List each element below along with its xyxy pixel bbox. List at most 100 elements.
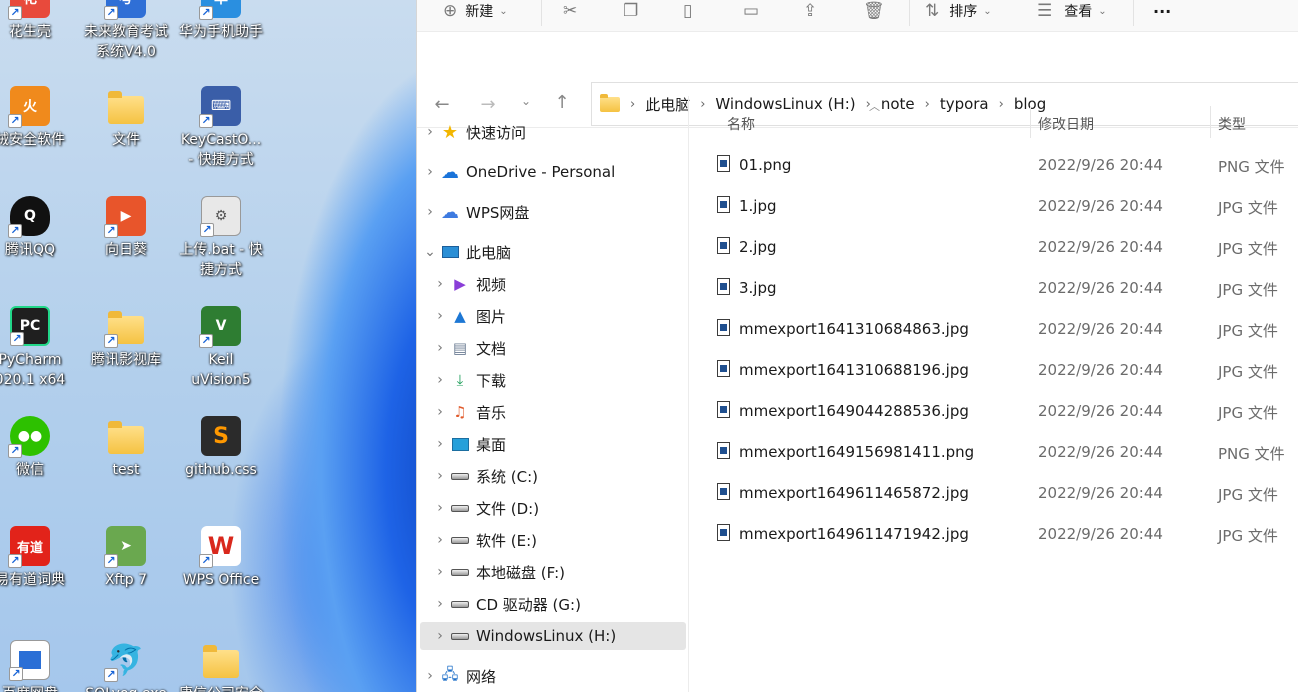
file-row[interactable]: mmexport1649156981411.png 2022/9/26 20:4…	[689, 431, 1298, 472]
nav-item-drive-d[interactable]: › 文件 (D:)	[420, 494, 686, 522]
chevron-right-icon[interactable]: ›	[430, 436, 450, 452]
command-bar: ⊕ 新建 ⌄ ✂ ❐ ▯ ▭ ⇪ 🗑 ⇅ 排序 ⌄ ☰ 查看 ⌄ ···	[417, 0, 1298, 32]
view-button[interactable]: ☰ 查看 ⌄	[1037, 0, 1107, 22]
chevron-right-icon[interactable]: ›	[430, 276, 450, 292]
nav-item-quick-access[interactable]: › ★ 快速访问	[420, 118, 686, 146]
desktop-icon-tencent-video-library[interactable]: ↗ 腾讯影视库	[76, 306, 176, 370]
plus-circle-icon: ⊕	[443, 1, 458, 21]
chevron-right-icon[interactable]: ›	[430, 564, 450, 580]
desktop-icon	[450, 435, 470, 453]
file-row[interactable]: mmexport1641310688196.jpg 2022/9/26 20:4…	[689, 349, 1298, 390]
nav-item-videos[interactable]: › ▶ 视频	[420, 270, 686, 298]
chevron-right-icon[interactable]: ›	[420, 204, 440, 220]
chevron-right-icon[interactable]: ›	[430, 500, 450, 516]
nav-item-this-pc[interactable]: ⌄ 此电脑	[420, 238, 686, 266]
toolbar-divider	[909, 0, 910, 26]
desktop-icon-xftp[interactable]: ➤ ↗ Xftp 7	[76, 526, 176, 590]
file-row[interactable]: mmexport1649611465872.jpg 2022/9/26 20:4…	[689, 472, 1298, 513]
file-row[interactable]: 01.png 2022/9/26 20:44 PNG 文件	[689, 144, 1298, 185]
share-button[interactable]: ⇪	[803, 0, 817, 22]
column-header-date[interactable]: 修改日期	[1038, 114, 1094, 134]
file-row[interactable]: 2.jpg 2022/9/26 20:44 JPG 文件	[689, 226, 1298, 267]
chevron-right-icon[interactable]: ›	[430, 372, 450, 388]
nav-item-network[interactable]: › 🖧 网络	[420, 662, 686, 690]
desktop-icon-huorong[interactable]: 火 ↗ 绒安全软件	[0, 86, 80, 150]
more-options-button[interactable]: ···	[1153, 0, 1171, 22]
rename-button[interactable]: ▭	[743, 0, 759, 22]
nav-item-downloads[interactable]: › ⤓ 下载	[420, 366, 686, 394]
chevron-right-icon[interactable]: ›	[420, 668, 440, 684]
nav-item-music[interactable]: › ♫ 音乐	[420, 398, 686, 426]
music-icon: ♫	[453, 403, 467, 421]
chevron-right-icon[interactable]: ›	[430, 532, 450, 548]
chevron-right-icon[interactable]: ›	[420, 164, 440, 180]
desktop-icon-exam-system[interactable]: 考↗ 未来教育考试 系统V4.0	[76, 0, 176, 62]
desktop-icon-wps-office[interactable]: W ↗ WPS Office	[171, 526, 271, 590]
nav-item-drive-c[interactable]: › 系统 (C:)	[420, 462, 686, 490]
desktop-icon-pycharm[interactable]: PC ↗ PyCharm 020.1 x64	[0, 306, 80, 390]
file-row[interactable]: 3.jpg 2022/9/26 20:44 JPG 文件	[689, 267, 1298, 308]
folder-icon	[106, 86, 146, 126]
chevron-down-icon: ⌄	[1098, 5, 1107, 17]
column-header-row: ︿ 名称 修改日期 类型	[689, 96, 1298, 148]
chevron-right-icon[interactable]: ›	[430, 308, 450, 324]
image-file-icon	[717, 401, 730, 418]
column-header-name[interactable]: 名称	[727, 114, 755, 134]
desktop-icon-sunlogin[interactable]: ▶ ↗ 向日葵	[76, 196, 176, 260]
desktop-icon-github-css[interactable]: S github.css	[171, 416, 271, 480]
desktop-icon-folder-test[interactable]: test	[76, 416, 176, 480]
chevron-right-icon[interactable]: ›	[430, 596, 450, 612]
column-divider[interactable]	[1210, 106, 1211, 138]
desktop-icon-folder-security[interactable]: 康信公司安全	[171, 640, 271, 692]
sort-button[interactable]: ⇅ 排序 ⌄	[925, 0, 992, 22]
nav-item-drive-e[interactable]: › 软件 (E:)	[420, 526, 686, 554]
image-file-icon	[717, 524, 730, 541]
desktop-icon-baidu-netdisk[interactable]: ↗ 百度网盘	[0, 640, 80, 692]
paste-button[interactable]: ▯	[683, 0, 692, 22]
column-header-type[interactable]: 类型	[1218, 114, 1246, 134]
desktop-icon-youdao[interactable]: 有道 ↗ 易有道词典	[0, 526, 80, 590]
nav-item-documents[interactable]: › ▤ 文档	[420, 334, 686, 362]
chevron-right-icon[interactable]: ›	[430, 340, 450, 356]
image-file-icon	[717, 196, 730, 213]
column-divider[interactable]	[1030, 106, 1031, 138]
chevron-right-icon[interactable]: ›	[430, 468, 450, 484]
image-file-icon	[717, 237, 730, 254]
copy-icon: ❐	[623, 1, 639, 21]
desktop-icon-qq[interactable]: Q ↗ 腾讯QQ	[0, 196, 80, 260]
desktop-icon-peanut-shell[interactable]: 花↗ 花生壳	[0, 0, 80, 42]
batch-gear-icon: ⚙ ↗	[200, 196, 241, 237]
nav-item-drive-h[interactable]: › WindowsLinux (H:)	[420, 622, 686, 650]
desktop-icon-keycast[interactable]: ⌨ ↗ KeyCastO... - 快捷方式	[171, 86, 271, 170]
keycast-icon: ⌨ ↗	[199, 86, 241, 128]
file-row[interactable]: mmexport1649611471942.jpg 2022/9/26 20:4…	[689, 513, 1298, 554]
nav-item-drive-f[interactable]: › 本地磁盘 (F:)	[420, 558, 686, 586]
nav-item-pictures[interactable]: › ▲ 图片	[420, 302, 686, 330]
desktop-icon-wechat[interactable]: ●● ↗ 微信	[0, 416, 80, 480]
delete-button[interactable]: 🗑	[863, 0, 885, 22]
chevron-right-icon[interactable]: ›	[430, 628, 450, 644]
desktop-icon-huawei-assistant[interactable]: 华↗ 华为手机助手	[171, 0, 271, 42]
wechat-icon: ●● ↗	[8, 416, 50, 458]
cut-button[interactable]: ✂	[563, 0, 577, 22]
file-row[interactable]: mmexport1649044288536.jpg 2022/9/26 20:4…	[689, 390, 1298, 431]
desktop-icon-keil[interactable]: V ↗ Keil uVision5	[171, 306, 271, 390]
toolbar-divider	[541, 0, 542, 26]
desktop-icon-sqlyog[interactable]: 🐬↗ SQLyog.exe	[76, 640, 176, 692]
nav-item-desktop[interactable]: › 桌面	[420, 430, 686, 458]
nav-item-onedrive[interactable]: › ☁ OneDrive - Personal	[420, 158, 686, 186]
drive-icon	[450, 627, 470, 645]
new-button[interactable]: ⊕ 新建 ⌄	[443, 0, 508, 22]
file-row[interactable]: 1.jpg 2022/9/26 20:44 JPG 文件	[689, 185, 1298, 226]
nav-item-drive-g[interactable]: › CD 驱动器 (G:)	[420, 590, 686, 618]
chevron-right-icon[interactable]: ›	[430, 404, 450, 420]
chevron-right-icon[interactable]: ›	[420, 124, 440, 140]
nav-item-wps-cloud[interactable]: › ☁ WPS网盘	[420, 198, 686, 226]
trash-icon: 🗑	[863, 1, 885, 21]
copy-button[interactable]: ❐	[623, 0, 638, 22]
file-row[interactable]: mmexport1641310684863.jpg 2022/9/26 20:4…	[689, 308, 1298, 349]
desktop-icon-folder-wenjian[interactable]: 文件	[76, 86, 176, 150]
chevron-down-icon[interactable]: ⌄	[420, 244, 440, 260]
desktop-icon-upload-bat[interactable]: ⚙ ↗ 上传.bat - 快 捷方式	[171, 196, 271, 280]
huawei-assistant-icon: 华↗	[199, 0, 241, 20]
